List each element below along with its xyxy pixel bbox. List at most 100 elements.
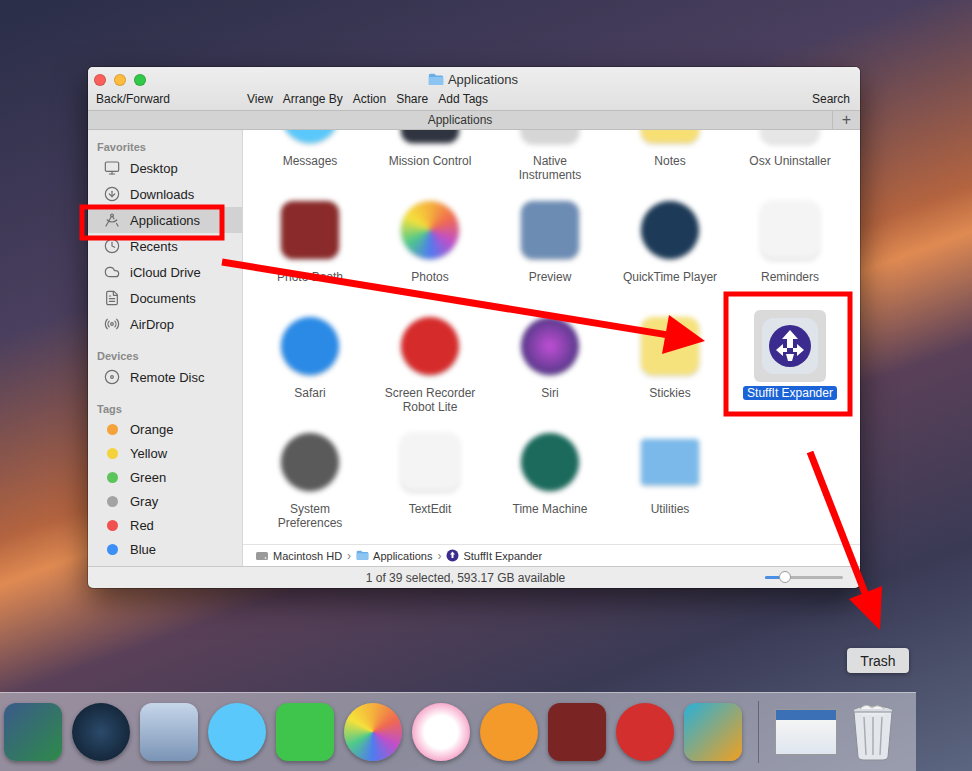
sidebar-item[interactable]: Orange [88,417,242,441]
app-label: Notes [650,154,689,168]
toolbar-button[interactable]: Action [353,92,386,106]
finder-window: Applications Back/ForwardView Arrange By Ac… [88,67,860,588]
app-label: Screen Recorder Robot Lite [378,386,482,414]
app-item[interactable]: Reminders [730,192,850,308]
desktop-icon [104,160,120,176]
app-item[interactable]: StuffIt Expander [730,308,850,424]
tab[interactable]: Applications [88,111,832,129]
app-item[interactable]: System Preferences [250,424,370,540]
app-item[interactable]: Notes [610,130,730,192]
annotation-overlay [0,0,972,771]
screen-recorder-icon[interactable] [616,703,674,761]
preview-icon[interactable] [140,703,198,761]
app-label: Stickies [645,386,694,400]
tag-dot-icon [107,520,118,531]
facetime-icon[interactable] [276,703,334,761]
path-item[interactable]: Macintosh HD [255,550,342,562]
sidebar-item[interactable]: iCloud Drive [88,259,242,285]
ibooks-icon[interactable] [480,703,538,761]
app-item[interactable]: Photo Booth [250,192,370,308]
close-button[interactable] [94,74,106,86]
app-item[interactable]: Siri [490,308,610,424]
thumb-body [776,720,836,754]
tag-dot-holder [104,424,120,435]
app-item[interactable]: QuickTime Player [610,192,730,308]
sidebar-item-label: Recents [130,239,178,254]
back-forward-button[interactable]: Back/Forward [96,92,247,106]
applications-icon [104,212,120,228]
toolbar-button[interactable]: View [247,92,273,106]
app-item[interactable]: Time Machine [490,424,610,540]
app-icon[interactable] [684,703,742,761]
tag-dot-holder [104,472,120,483]
messages-icon[interactable] [208,703,266,761]
tag-dot-holder [104,544,120,555]
sidebar-item[interactable]: Recents [88,233,242,259]
sidebar-item[interactable]: Desktop [88,155,242,181]
photo-booth-icon[interactable] [548,703,606,761]
sidebar-item[interactable]: Gray [88,489,242,513]
dock [0,692,916,771]
toolbar-button[interactable]: Share [396,92,428,106]
icon-size-slider[interactable] [765,576,843,579]
sidebar-item[interactable]: Red [88,513,242,537]
sidebar-item[interactable]: Green [88,465,242,489]
tag-dot-icon [107,472,118,483]
app-icon-holder [394,130,466,150]
app-label: Siri [537,386,562,400]
sidebar-item-label: Orange [130,422,173,437]
minimize-button[interactable] [114,74,126,86]
quicktime-icon[interactable] [72,703,130,761]
app-item[interactable]: Safari [250,308,370,424]
app-item[interactable]: Screen Recorder Robot Lite [370,308,490,424]
search-button[interactable]: Search [812,92,850,106]
app-label: Time Machine [509,502,592,516]
sidebar-item-label: Blue [130,542,156,557]
trash-button[interactable] [847,701,899,763]
sidebar-item[interactable]: Blue [88,537,242,561]
app-label: Native Instruments [498,154,602,182]
sidebar-item-label: AirDrop [130,317,174,332]
app-item[interactable]: Preview [490,192,610,308]
app-item[interactable]: Messages [250,130,370,192]
app-item[interactable]: TextEdit [370,424,490,540]
sidebar-item[interactable]: Applications [88,207,242,233]
sidebar-item[interactable]: Yellow [88,441,242,465]
mission-control-icon[interactable] [4,703,62,761]
path-item-label: StuffIt Expander [463,550,542,562]
app-icon [281,433,339,491]
app-item[interactable]: Osx Uninstaller [730,130,850,192]
path-item[interactable]: StuffIt Expander [446,549,542,562]
itunes-icon[interactable] [412,703,470,761]
app-item[interactable]: Utilities [610,424,730,540]
minimized-window-icon[interactable] [775,709,837,755]
app-item[interactable]: Native Instruments [490,130,610,192]
slider-knob[interactable] [779,571,791,583]
app-item[interactable]: Mission Control [370,130,490,192]
sidebar-item[interactable]: Downloads [88,181,242,207]
sidebar-item[interactable]: Remote Disc [88,364,242,390]
sidebar-item[interactable]: Documents [88,285,242,311]
app-icon-holder [634,310,706,382]
toolbar-group: View Arrange By Action Share Add Tags [247,92,488,106]
add-tab-button[interactable]: + [832,111,860,129]
zoom-button[interactable] [134,74,146,86]
sidebar-item[interactable]: AirDrop [88,311,242,337]
photos-icon[interactable] [344,703,402,761]
tag-dot-icon [107,544,118,555]
path-item[interactable]: Applications [356,550,432,562]
airdrop-icon [104,316,120,332]
app-label: Reminders [757,270,823,284]
arrow-icon [810,452,882,630]
app-item[interactable]: Photos [370,192,490,308]
toolbar-button[interactable]: Add Tags [438,92,488,106]
toolbar-button[interactable]: Arrange By [283,92,343,106]
app-icon [641,439,699,485]
app-label: StuffIt Expander [743,386,837,400]
app-icon-holder [394,426,466,498]
app-label: QuickTime Player [619,270,721,284]
tag-dot-holder [104,448,120,459]
trash-icon[interactable] [850,703,896,761]
sidebar-item-label: Documents [130,291,196,306]
app-item[interactable]: Stickies [610,308,730,424]
